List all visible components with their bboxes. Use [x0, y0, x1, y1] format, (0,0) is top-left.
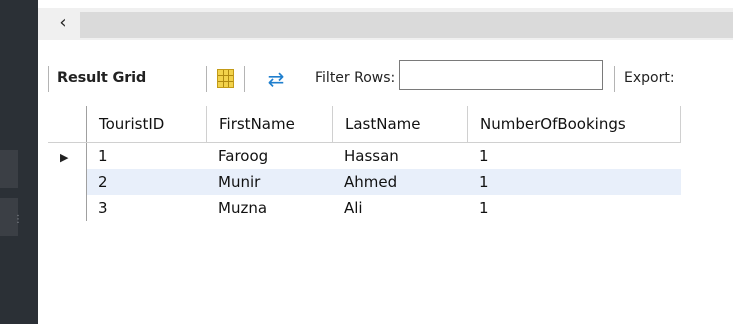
table-row[interactable]: ▶ 1 Faroog Hassan 1	[48, 142, 681, 169]
table-cell[interactable]: 1	[468, 195, 681, 221]
toolbar-separator	[206, 66, 207, 92]
column-header-firstname[interactable]: FirstName	[206, 106, 333, 143]
horizontal-scrollbar[interactable]: ‹	[38, 8, 733, 40]
row-header[interactable]	[48, 195, 87, 221]
row-header[interactable]	[48, 169, 87, 195]
splitter-handle-icon[interactable]: ⋮	[13, 214, 23, 230]
result-grid-tab[interactable]: Result Grid	[57, 70, 146, 86]
table-cell[interactable]: Faroog	[206, 142, 333, 169]
toolbar-separator	[244, 66, 245, 92]
table-row[interactable]: 3 Muzna Ali 1	[48, 195, 681, 221]
table-cell[interactable]: Ahmed	[332, 169, 468, 195]
table-cell[interactable]: 1	[467, 142, 681, 169]
result-table: TouristID FirstName LastName NumberOfBoo…	[48, 106, 681, 221]
column-header-touristid[interactable]: TouristID	[86, 106, 207, 143]
row-header-corner[interactable]	[48, 106, 87, 143]
table-cell[interactable]: 1	[86, 142, 207, 169]
toolbar-separator	[48, 66, 49, 92]
table-cell[interactable]: Munir	[206, 169, 333, 195]
refresh-icon[interactable]: ⇄	[264, 68, 288, 90]
row-header[interactable]: ▶	[48, 142, 87, 169]
left-margin: ⋮	[0, 0, 23, 324]
table-cell[interactable]: Ali	[333, 195, 468, 221]
toolbar-separator	[614, 66, 615, 92]
sidebar-ghost-tab	[0, 150, 18, 188]
chevron-left-icon[interactable]: ‹	[52, 12, 74, 34]
table-cell[interactable]: 1	[467, 169, 681, 195]
filter-rows-label: Filter Rows:	[315, 70, 396, 86]
table-cell[interactable]: Muzna	[207, 195, 333, 221]
table-header-row: TouristID FirstName LastName NumberOfBoo…	[48, 106, 681, 143]
scrollbar-track[interactable]	[80, 12, 733, 38]
column-header-lastname[interactable]: LastName	[332, 106, 468, 143]
column-header-numberofbookings[interactable]: NumberOfBookings	[467, 106, 681, 143]
result-pane: ‹ Result Grid ⇄ Filter Rows: Export: Tou…	[38, 0, 733, 324]
row-pointer-icon: ▶	[60, 151, 69, 164]
result-toolbar: Result Grid ⇄ Filter Rows: Export:	[48, 60, 733, 98]
export-button[interactable]: Export:	[624, 70, 675, 86]
table-cell[interactable]: 3	[87, 195, 207, 221]
filter-rows-input[interactable]	[399, 60, 603, 90]
table-cell[interactable]: 2	[86, 169, 207, 195]
table-row[interactable]: 2 Munir Ahmed 1	[48, 169, 681, 195]
table-cell[interactable]: Hassan	[332, 142, 468, 169]
grid-layout-icon[interactable]	[217, 69, 234, 88]
